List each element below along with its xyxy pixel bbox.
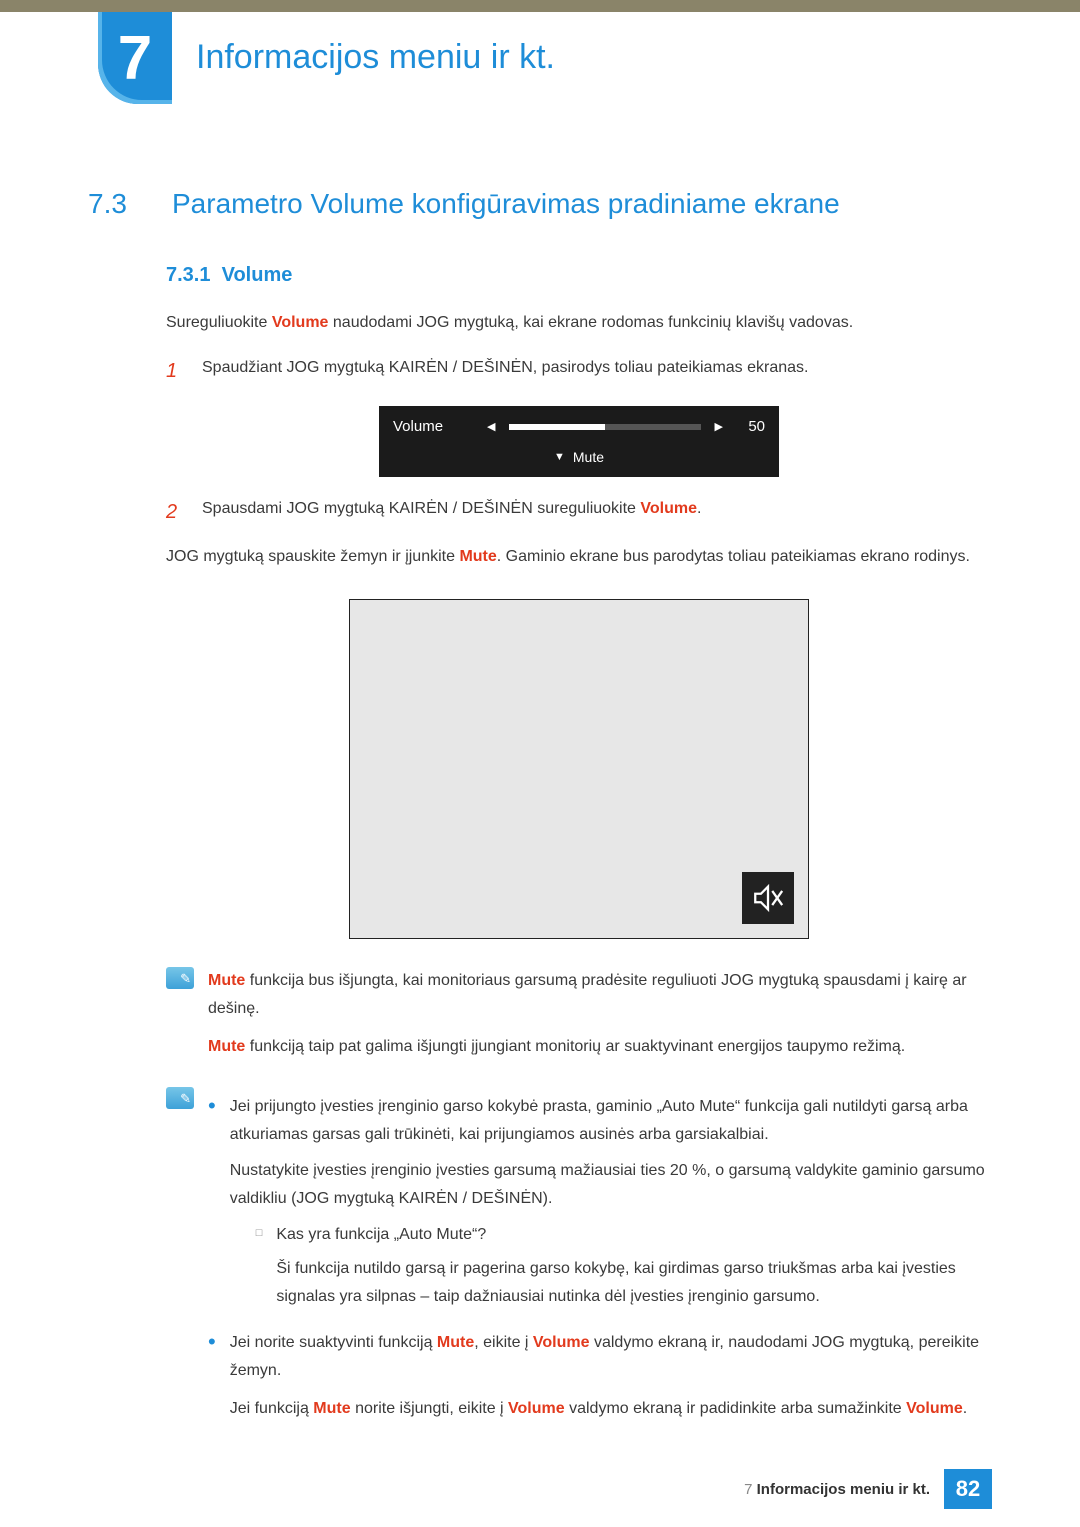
bullet-item: • Jei norite suaktyvinti funkciją Mute, … <box>208 1329 992 1423</box>
keyword-volume: Volume <box>906 1400 963 1417</box>
triangle-down-icon: ▼ <box>554 448 565 467</box>
section-number: 7.3 <box>88 188 148 220</box>
bullet-item: • Jei prijungto įvesties įrenginio garso… <box>208 1093 992 1319</box>
osd-volume-value: 50 <box>737 414 765 440</box>
step-text: Spaudžiant JOG mygtuką KAIRĖN / DEŠINĖN,… <box>202 354 992 388</box>
subsection-heading: 7.3.1 Volume <box>166 264 992 287</box>
osd-label-volume: Volume <box>393 414 473 440</box>
text-line: Jei funkciją Mute norite išjungti, eikit… <box>230 1395 992 1423</box>
top-accent-bar <box>0 0 1080 12</box>
subsection-title: Volume <box>222 264 293 286</box>
triangle-left-icon: ◀ <box>487 418 495 437</box>
page-footer: 7 Informacijos meniu ir kt. 82 <box>744 1469 992 1509</box>
mute-paragraph: JOG mygtuką spauskite žemyn ir įjunkite … <box>166 543 992 570</box>
keyword-mute: Mute <box>437 1334 474 1351</box>
subsection-number: 7.3.1 <box>166 264 210 286</box>
note-icon <box>166 1087 194 1109</box>
text: Jei prijungto įvesties įrenginio garso k… <box>230 1098 968 1143</box>
step-number: 1 <box>166 354 184 388</box>
volume-slider-fill <box>509 424 605 430</box>
screen-preview <box>349 599 809 939</box>
triangle-right-icon: ▶ <box>715 418 723 437</box>
text: Jei funkciją <box>230 1400 314 1417</box>
note-body: • Jei prijungto įvesties įrenginio garso… <box>208 1087 992 1423</box>
keyword-volume: Volume <box>640 500 697 517</box>
text: Jei norite suaktyvinti funkciją <box>230 1334 437 1351</box>
text-line: Jei norite suaktyvinti funkciją Mute, ei… <box>230 1329 992 1385</box>
osd-row-mute: ▼ Mute <box>393 446 765 470</box>
text: . <box>697 500 701 517</box>
sub-answer: Ši funkcija nutildo garsą ir pagerina ga… <box>276 1255 992 1311</box>
page-number: 82 <box>956 1476 980 1502</box>
section-heading: 7.3 Parametro Volume konfigūravimas prad… <box>88 188 992 220</box>
sub-bullet: □ Kas yra funkcija „Auto Mute“? Ši funkc… <box>256 1221 992 1311</box>
keyword-mute: Mute <box>208 972 245 989</box>
bullet-dot-icon: • <box>208 1093 216 1319</box>
section-title: Parametro Volume konfigūravimas pradinia… <box>172 188 840 220</box>
footer-chapter-number: 7 <box>744 1481 752 1498</box>
intro-paragraph: Sureguliuokite Volume naudodami JOG mygt… <box>166 309 992 336</box>
text: . Gaminio ekrane bus parodytas toliau pa… <box>497 548 970 565</box>
text: JOG mygtuką spauskite žemyn ir įjunkite <box>166 548 459 565</box>
body-column: Sureguliuokite Volume naudodami JOG mygt… <box>166 309 992 1423</box>
keyword-mute: Mute <box>208 1038 245 1055</box>
step-number: 2 <box>166 495 184 529</box>
text: . <box>963 1400 967 1417</box>
keyword-volume: Volume <box>508 1400 565 1417</box>
osd-mute-label: Mute <box>573 446 604 470</box>
keyword-volume: Volume <box>533 1334 590 1351</box>
step-2: 2 Spausdami JOG mygtuką KAIRĖN / DEŠINĖN… <box>166 495 992 529</box>
mute-icon <box>742 872 794 924</box>
footer-text: 7 Informacijos meniu ir kt. <box>744 1481 930 1498</box>
square-bullet-icon: □ <box>256 1221 263 1311</box>
note-line: Mute funkciją taip pat galima išjungti į… <box>208 1033 992 1061</box>
text: Spausdami JOG mygtuką KAIRĖN / DEŠINĖN s… <box>202 500 640 517</box>
sub-question: Kas yra funkcija „Auto Mute“? <box>276 1221 992 1249</box>
page-content: 7.3 Parametro Volume konfigūravimas prad… <box>88 180 992 1423</box>
text: , eikite į <box>474 1334 533 1351</box>
bullet-text: Jei prijungto įvesties įrenginio garso k… <box>230 1093 992 1319</box>
text: funkciją taip pat galima išjungti įjungi… <box>245 1038 905 1055</box>
note-block-1: Mute funkcija bus išjungta, kai monitori… <box>166 967 992 1061</box>
volume-slider-track[interactable] <box>509 424 700 430</box>
chapter-number-badge: 7 <box>98 12 172 104</box>
bullet-text: Jei norite suaktyvinti funkciją Mute, ei… <box>230 1329 992 1423</box>
chapter-title: Informacijos meniu ir kt. <box>196 38 555 77</box>
text: Nustatykite įvesties įrenginio įvesties … <box>230 1157 992 1213</box>
note-line: Mute funkcija bus išjungta, kai monitori… <box>208 967 992 1023</box>
text: valdymo ekraną ir padidinkite arba sumaž… <box>565 1400 907 1417</box>
keyword-mute: Mute <box>459 548 496 565</box>
note-icon <box>166 967 194 989</box>
keyword-mute: Mute <box>313 1400 350 1417</box>
footer-chapter-title: Informacijos meniu ir kt. <box>757 1481 930 1498</box>
chapter-number: 7 <box>118 23 152 94</box>
step-text: Spausdami JOG mygtuką KAIRĖN / DEŠINĖN s… <box>202 495 992 529</box>
text: Sureguliuokite <box>166 314 272 331</box>
bullet-dot-icon: • <box>208 1329 216 1423</box>
step-1: 1 Spaudžiant JOG mygtuką KAIRĖN / DEŠINĖ… <box>166 354 992 388</box>
sub-bullet-body: Kas yra funkcija „Auto Mute“? Ši funkcij… <box>276 1221 992 1311</box>
note-body: Mute funkcija bus išjungta, kai monitori… <box>208 967 992 1061</box>
page-number-badge: 82 <box>944 1469 992 1509</box>
osd-volume-panel: Volume ◀ ▶ 50 ▼ Mute <box>379 406 779 477</box>
text: naudodami JOG mygtuką, kai ekrane rodoma… <box>328 314 853 331</box>
osd-row-volume: Volume ◀ ▶ 50 <box>393 414 765 440</box>
text: funkcija bus išjungta, kai monitoriaus g… <box>208 972 967 1017</box>
keyword-volume: Volume <box>272 314 329 331</box>
note-block-2: • Jei prijungto įvesties įrenginio garso… <box>166 1087 992 1423</box>
text: norite išjungti, eikite į <box>351 1400 508 1417</box>
